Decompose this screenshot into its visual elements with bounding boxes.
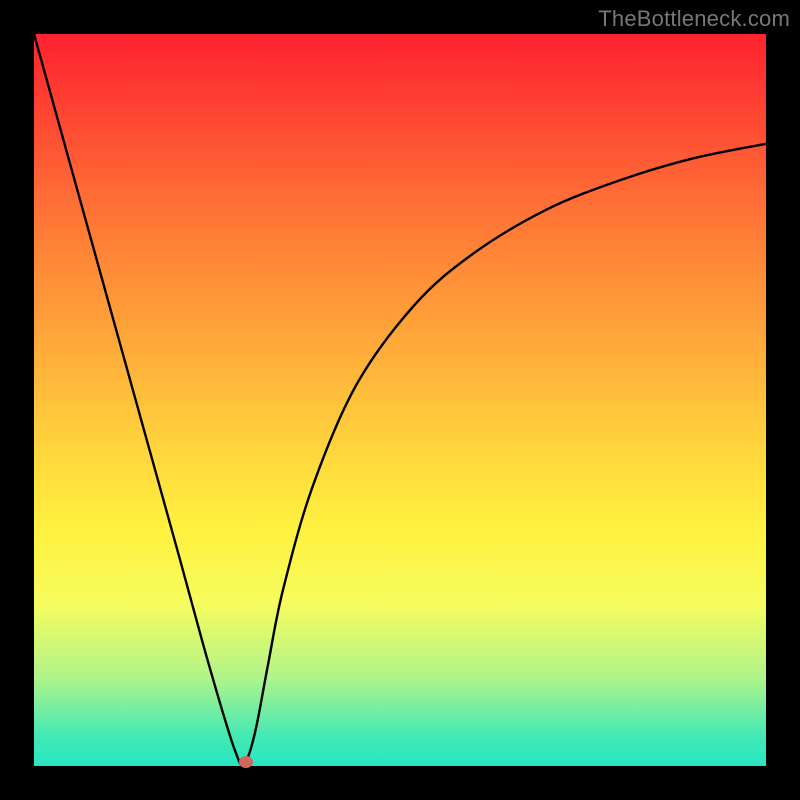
bottleneck-curve [34,34,766,766]
minimum-marker [239,756,253,768]
plot-area [34,34,766,766]
watermark-text: TheBottleneck.com [598,6,790,32]
chart-frame: TheBottleneck.com [0,0,800,800]
curve-svg [34,34,766,766]
